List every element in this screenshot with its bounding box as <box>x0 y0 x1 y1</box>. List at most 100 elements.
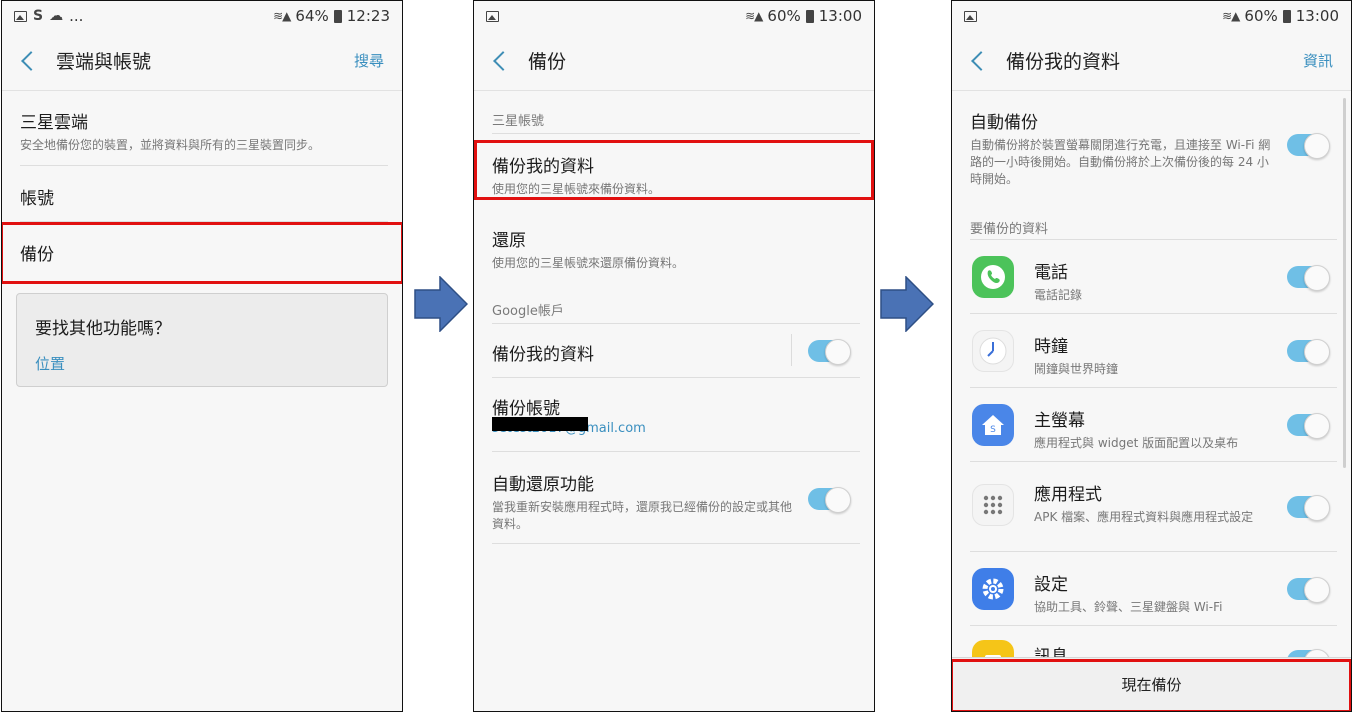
item-subtitle: 安全地備份您的裝置，並將資料與所有的三星裝置同步。 <box>20 138 321 152</box>
page-title: 備份我的資料 <box>1006 51 1121 73</box>
page-title: 備份 <box>528 51 567 73</box>
item-subtitle: 當我重新安裝應用程式時，還原我已經備份的設定或其他資料。 <box>492 500 793 531</box>
item-title: 還原 <box>492 231 526 251</box>
item-subtitle: APK 檔案、應用程式資料與應用程式設定 <box>1034 510 1254 524</box>
item-title: 時鐘 <box>1034 337 1068 357</box>
section-header-samsung: 三星帳號 <box>474 110 874 134</box>
section-label: Google帳戶 <box>492 304 564 319</box>
list-item-samsung-cloud[interactable]: 三星雲端 安全地備份您的裝置，並將資料與所有的三星裝置同步。 <box>2 92 402 166</box>
phone-screen-cloud-accounts: S ☁ ... ≋▲ 64% 12:23 雲端與帳號 搜尋 三星雲端 安全地備份… <box>1 0 403 712</box>
search-button[interactable]: 搜尋 <box>354 50 384 71</box>
auto-backup-toggle[interactable] <box>1287 133 1330 159</box>
item-subtitle: 自動備份將於裝置螢幕關閉進行充電，且連接至 Wi-Fi 網路的一小時後開始。自動… <box>970 138 1271 186</box>
item-subtitle: 使用您的三星帳號來還原備份資料。 <box>492 256 685 270</box>
settings-list: 三星雲端 安全地備份您的裝置，並將資料與所有的三星裝置同步。 帳號 備份 要找其… <box>2 92 402 711</box>
app-bar: 備份 <box>474 31 874 91</box>
s-notification-icon: S <box>33 8 44 24</box>
home-screen-backup-toggle[interactable] <box>1287 413 1330 439</box>
more-notifications: ... <box>69 7 84 25</box>
item-subtitle: 電話記錄 <box>1034 288 1083 302</box>
item-subtitle: 協助工具、鈴聲、三星鍵盤與 Wi-Fi <box>1034 600 1223 614</box>
app-bar: 雲端與帳號 搜尋 <box>2 31 402 91</box>
gallery-notification-icon <box>964 10 977 22</box>
item-title: 三星雲端 <box>20 113 88 133</box>
gallery-notification-icon <box>14 10 27 22</box>
page-title: 雲端與帳號 <box>56 51 152 73</box>
phone-screen-backup-my-data: ≋▲ 60% 13:00 備份我的資料 資訊 自動備份 自動備份將於裝置螢幕關閉… <box>951 0 1352 712</box>
item-title: 備份我的資料 <box>492 345 594 365</box>
list-item-google-backup[interactable]: 備份我的資料 <box>474 324 874 378</box>
item-title: 電話 <box>1034 263 1068 283</box>
status-bar: ≋▲ 60% 13:00 <box>474 1 874 31</box>
list-item-settings[interactable]: 設定 協助工具、鈴聲、三星鍵盤與 Wi-Fi <box>952 552 1351 626</box>
battery-icon <box>333 9 342 23</box>
item-title: 帳號 <box>20 189 54 209</box>
list-item-backup-account[interactable]: 備份帳號 setest2017@gmail.com <box>474 378 874 452</box>
item-title: 自動備份 <box>970 113 1038 133</box>
list-item-apps[interactable]: 應用程式 APK 檔案、應用程式資料與應用程式設定 <box>952 462 1351 552</box>
battery-icon <box>805 9 814 23</box>
account-email: setest2017@gmail.com <box>492 417 856 436</box>
highlight-box <box>2 222 402 284</box>
apps-grid-icon <box>972 484 1014 526</box>
status-bar: ≋▲ 60% 13:00 <box>952 1 1351 31</box>
gallery-notification-icon <box>486 10 499 22</box>
item-subtitle: 鬧鐘與世界時鐘 <box>1034 362 1119 376</box>
location-link[interactable]: 位置 <box>35 353 369 374</box>
battery-percent: 64% <box>295 7 329 25</box>
card-title: 要找其他功能嗎？ <box>35 319 171 339</box>
scrollbar[interactable] <box>1343 98 1346 468</box>
section-header-data: 要備份的資料 <box>952 218 1351 240</box>
clock-time: 13:00 <box>1295 7 1339 25</box>
section-label: 要備份的資料 <box>970 222 1049 237</box>
redaction-bar <box>492 417 588 431</box>
back-icon[interactable] <box>21 50 41 71</box>
phone-screen-backup: ≋▲ 60% 13:00 備份 三星帳號 備份我的資料 使用您的三星帳號來備份資… <box>473 0 875 712</box>
info-button[interactable]: 資訊 <box>1303 50 1333 71</box>
item-subtitle: 應用程式與 widget 版面配置以及桌布 <box>1034 436 1239 450</box>
settings-backup-toggle[interactable] <box>1287 577 1330 603</box>
phone-icon <box>972 256 1014 298</box>
battery-percent: 60% <box>767 7 801 25</box>
wifi-signal-icon: ≋▲ <box>1222 9 1240 23</box>
list-item-phone[interactable]: 電話 電話記錄 <box>952 240 1351 314</box>
clock-icon <box>972 330 1014 372</box>
gear-icon <box>972 568 1014 610</box>
phone-backup-toggle[interactable] <box>1287 265 1330 291</box>
list-item-home-screen[interactable]: S 主螢幕 應用程式與 widget 版面配置以及桌布 <box>952 388 1351 462</box>
suggestion-card: 要找其他功能嗎？ 位置 <box>16 293 388 387</box>
item-title: 設定 <box>1034 575 1068 595</box>
section-label: 三星帳號 <box>492 114 545 129</box>
item-title: 自動還原功能 <box>492 475 594 495</box>
arrow-right-icon <box>414 276 468 332</box>
list-item-auto-backup[interactable]: 自動備份 自動備份將於裝置螢幕關閉進行充電，且連接至 Wi-Fi 網路的一小時後… <box>952 108 1351 208</box>
arrow-right-icon <box>880 276 934 332</box>
item-title: 主螢幕 <box>1034 411 1085 431</box>
clock-time: 13:00 <box>818 7 862 25</box>
cloud-notification-icon: ☁ <box>49 8 64 24</box>
status-bar: S ☁ ... ≋▲ 64% 12:23 <box>2 1 402 31</box>
clock-backup-toggle[interactable] <box>1287 339 1330 365</box>
app-bar: 備份我的資料 資訊 <box>952 31 1351 91</box>
list-item-account[interactable]: 帳號 <box>2 166 402 222</box>
apps-backup-toggle[interactable] <box>1287 495 1330 521</box>
list-item-restore[interactable]: 還原 使用您的三星帳號來還原備份資料。 <box>474 216 874 284</box>
clock-time: 12:23 <box>346 7 390 25</box>
wifi-signal-icon: ≋▲ <box>745 9 763 23</box>
list-item-auto-restore[interactable]: 自動還原功能 當我重新安裝應用程式時，還原我已經備份的設定或其他資料。 <box>474 452 874 544</box>
battery-percent: 60% <box>1244 7 1278 25</box>
back-icon[interactable] <box>971 50 991 71</box>
list-item-clock[interactable]: 時鐘 鬧鐘與世界時鐘 <box>952 314 1351 388</box>
highlight-box <box>474 140 874 200</box>
backup-data-list: 自動備份 自動備份將於裝置螢幕關閉進行充電，且連接至 Wi-Fi 網路的一小時後… <box>952 92 1351 711</box>
item-title: 備份帳號 <box>492 399 560 419</box>
google-backup-toggle[interactable] <box>808 339 851 365</box>
home-icon: S <box>972 404 1014 446</box>
back-icon[interactable] <box>493 50 513 71</box>
auto-restore-toggle[interactable] <box>808 487 851 513</box>
battery-icon <box>1282 9 1291 23</box>
wifi-signal-icon: ≋▲ <box>273 9 291 23</box>
highlight-box <box>952 659 1351 711</box>
section-header-google: Google帳戶 <box>474 300 874 324</box>
svg-text:S: S <box>990 425 996 435</box>
